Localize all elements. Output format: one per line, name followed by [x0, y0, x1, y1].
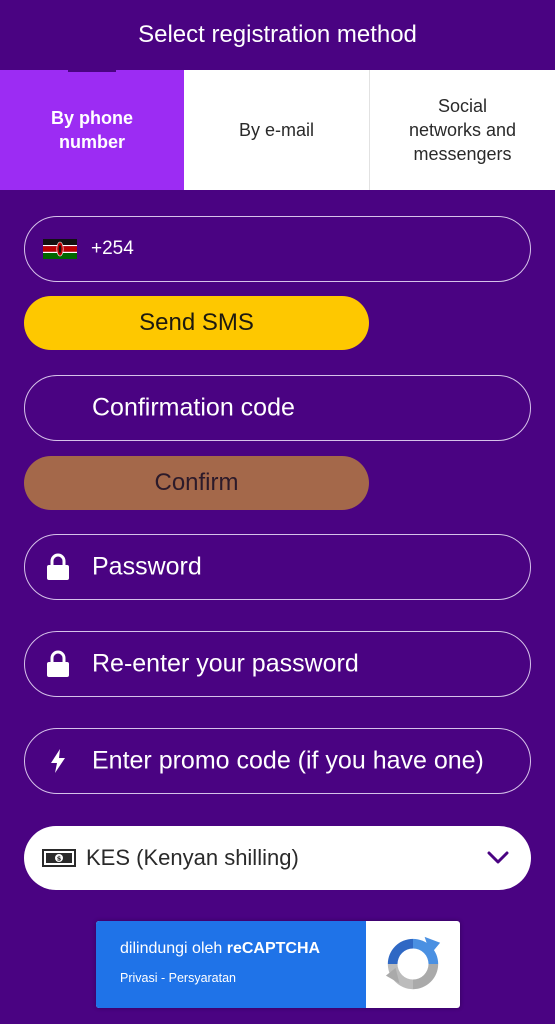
promo-code-input[interactable]: Enter promo code (if you have one) — [24, 728, 531, 794]
chevron-down-icon[interactable] — [487, 851, 509, 865]
tab-by-phone-number[interactable]: By phone number — [0, 70, 184, 190]
recaptcha-info-panel: dilindungi oleh reCAPTCHA Privasi - Pers… — [96, 921, 366, 1008]
lightning-icon — [43, 746, 73, 776]
confirm-button[interactable]: Confirm — [24, 456, 369, 510]
active-tab-indicator — [68, 68, 116, 72]
confirmation-code-input[interactable]: Confirmation code — [24, 375, 531, 441]
tab-label: By phone number — [50, 108, 133, 152]
registration-method-tabs: By phone number By e-mail Social network… — [0, 70, 555, 190]
reenter-password-input[interactable]: Re-enter your password — [24, 631, 531, 697]
recaptcha-widget[interactable]: dilindungi oleh reCAPTCHA Privasi - Pers… — [96, 921, 460, 1008]
currency-selected-value: KES (Kenyan shilling) — [86, 845, 299, 870]
money-icon: $ — [42, 849, 76, 867]
recaptcha-privacy-terms-link[interactable]: Privasi - Persyaratan — [120, 971, 236, 985]
tab-label: By e-mail — [238, 120, 314, 140]
tab-label: Social networks and messengers — [408, 96, 517, 164]
recaptcha-protected-text: dilindungi oleh reCAPTCHA — [120, 940, 320, 958]
send-sms-button[interactable]: Send SMS — [24, 296, 369, 350]
registration-page: Select registration method By phone numb… — [0, 0, 555, 1024]
recaptcha-brand: reCAPTCHA — [226, 940, 321, 957]
country-code: +254 — [91, 238, 134, 259]
tab-social-networks[interactable]: Social networks and messengers — [370, 70, 555, 190]
tab-by-email[interactable]: By e-mail — [184, 70, 370, 190]
currency-select[interactable]: $ KES (Kenyan shilling) — [24, 826, 531, 890]
lock-icon — [43, 649, 73, 679]
recaptcha-logo-icon — [385, 936, 441, 990]
phone-number-input[interactable]: +254 — [24, 216, 531, 282]
promo-code-placeholder: Enter promo code (if you have one) — [92, 746, 484, 775]
kenya-flag-icon[interactable] — [43, 239, 77, 259]
password-input[interactable]: Password — [24, 534, 531, 600]
password-placeholder: Password — [92, 552, 202, 581]
reenter-password-placeholder: Re-enter your password — [92, 649, 359, 678]
svg-text:$: $ — [57, 855, 62, 863]
confirmation-code-placeholder: Confirmation code — [92, 393, 295, 422]
lock-icon — [43, 552, 73, 582]
page-title: Select registration method — [138, 21, 417, 48]
recaptcha-protected-prefix: dilindungi oleh — [120, 940, 227, 957]
